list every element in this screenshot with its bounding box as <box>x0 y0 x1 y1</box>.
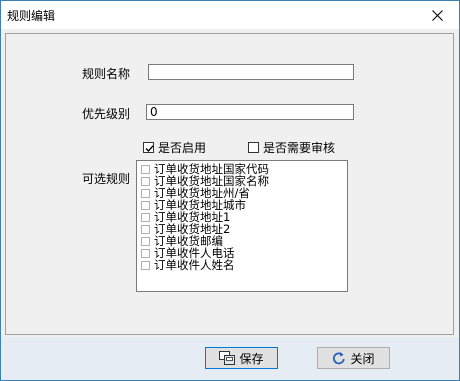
list-item-checkbox[interactable] <box>141 212 150 222</box>
check-icon <box>145 145 154 153</box>
optional-rules-label: 可选规则 <box>82 172 131 186</box>
list-item-checkbox[interactable] <box>141 260 150 270</box>
enabled-checkbox-label: 是否启用 <box>158 141 207 155</box>
rule-name-input[interactable] <box>148 64 354 80</box>
enabled-checkbox[interactable]: 是否启用 <box>143 139 206 156</box>
rule-name-label: 规则名称 <box>82 67 131 81</box>
list-item-checkbox[interactable] <box>141 224 150 234</box>
priority-input[interactable] <box>146 104 354 120</box>
need-review-checkbox-box[interactable] <box>248 142 259 153</box>
save-button-label: 保存 <box>239 351 264 366</box>
need-review-checkbox[interactable]: 是否需要审核 <box>248 139 335 156</box>
list-item-checkbox[interactable] <box>141 200 150 210</box>
list-item-checkbox[interactable] <box>141 236 150 246</box>
close-button[interactable]: 关闭 <box>317 347 390 369</box>
optional-rules-list[interactable]: 订单收货地址国家代码 订单收货地址国家名称 订单收货地址州/省 订单收货地址城市… <box>136 160 348 292</box>
list-item-checkbox[interactable] <box>141 176 150 186</box>
close-icon <box>431 9 443 21</box>
need-review-checkbox-label: 是否需要审核 <box>263 141 336 155</box>
title-bar: 规则编辑 <box>1 1 459 29</box>
priority-label: 优先级别 <box>82 107 131 121</box>
dialog-window: 规则编辑 规则名称 优先级别 是否启用 是否需要审核 可选规则 订单收货地址国家… <box>0 0 460 381</box>
list-item-checkbox[interactable] <box>141 164 150 174</box>
save-icon <box>219 351 236 365</box>
list-item[interactable]: 订单收件人姓名 <box>137 259 347 271</box>
refresh-icon <box>332 351 346 365</box>
enabled-checkbox-box[interactable] <box>143 142 154 153</box>
list-item-label: 订单收件人姓名 <box>154 258 235 272</box>
window-close-button[interactable] <box>415 1 459 29</box>
list-item-checkbox[interactable] <box>141 248 150 258</box>
list-item-checkbox[interactable] <box>141 188 150 198</box>
save-button[interactable]: 保存 <box>205 347 278 369</box>
window-title: 规则编辑 <box>7 9 56 23</box>
close-button-label: 关闭 <box>350 351 375 366</box>
